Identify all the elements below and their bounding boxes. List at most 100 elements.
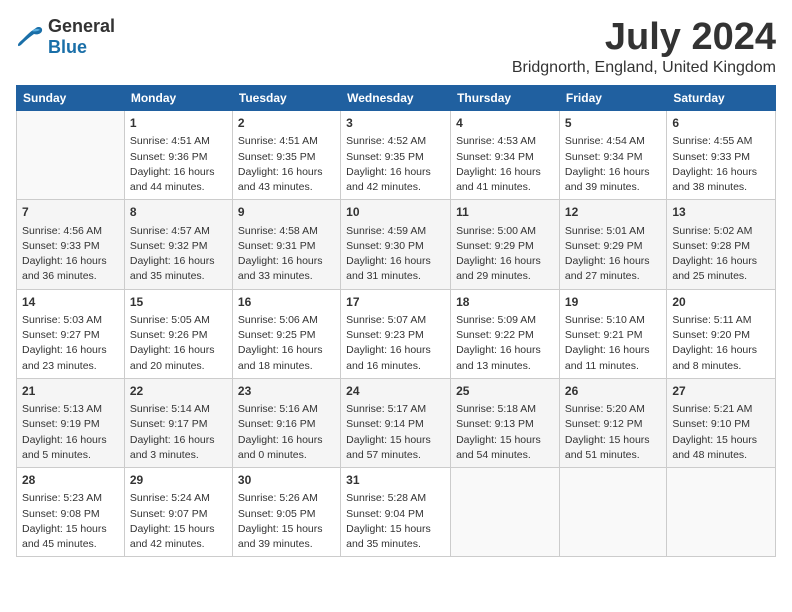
day-info-line: Sunrise: 5:11 AM bbox=[672, 313, 770, 328]
day-number: 31 bbox=[346, 472, 445, 489]
day-info-line: Daylight: 15 hours bbox=[672, 433, 770, 448]
day-number: 25 bbox=[456, 383, 554, 400]
day-info-line: Sunset: 9:21 PM bbox=[565, 328, 661, 343]
day-info-line: Daylight: 16 hours bbox=[565, 254, 661, 269]
col-saturday: Saturday bbox=[667, 86, 776, 111]
day-info-line: Sunset: 9:34 PM bbox=[565, 150, 661, 165]
day-info-line: Sunrise: 5:17 AM bbox=[346, 402, 445, 417]
day-info-line: Daylight: 15 hours bbox=[130, 522, 227, 537]
day-info-line: Sunrise: 5:05 AM bbox=[130, 313, 227, 328]
day-info-line: Daylight: 16 hours bbox=[130, 433, 227, 448]
day-number: 12 bbox=[565, 204, 661, 221]
table-row: 7Sunrise: 4:56 AMSunset: 9:33 PMDaylight… bbox=[17, 200, 125, 289]
day-info-line: Sunrise: 5:13 AM bbox=[22, 402, 119, 417]
day-info-line: Sunrise: 5:03 AM bbox=[22, 313, 119, 328]
day-info-line: Sunset: 9:33 PM bbox=[672, 150, 770, 165]
day-number: 26 bbox=[565, 383, 661, 400]
day-info-line: Daylight: 15 hours bbox=[238, 522, 335, 537]
day-info-line: Sunset: 9:35 PM bbox=[346, 150, 445, 165]
calendar-table: Sunday Monday Tuesday Wednesday Thursday… bbox=[16, 85, 776, 557]
col-thursday: Thursday bbox=[451, 86, 560, 111]
day-info-line: Sunset: 9:19 PM bbox=[22, 417, 119, 432]
day-info-line: Sunset: 9:29 PM bbox=[565, 239, 661, 254]
table-row: 8Sunrise: 4:57 AMSunset: 9:32 PMDaylight… bbox=[124, 200, 232, 289]
day-number: 4 bbox=[456, 115, 554, 132]
day-info-line: Sunset: 9:13 PM bbox=[456, 417, 554, 432]
day-info-line: Sunset: 9:35 PM bbox=[238, 150, 335, 165]
day-number: 6 bbox=[672, 115, 770, 132]
table-row: 24Sunrise: 5:17 AMSunset: 9:14 PMDayligh… bbox=[341, 378, 451, 467]
table-row: 22Sunrise: 5:14 AMSunset: 9:17 PMDayligh… bbox=[124, 378, 232, 467]
day-info-line: and 11 minutes. bbox=[565, 359, 661, 374]
day-info-line: and 44 minutes. bbox=[130, 180, 227, 195]
day-info-line: Sunset: 9:29 PM bbox=[456, 239, 554, 254]
day-info-line: Sunset: 9:12 PM bbox=[565, 417, 661, 432]
day-info-line: Daylight: 16 hours bbox=[238, 433, 335, 448]
day-number: 16 bbox=[238, 294, 335, 311]
day-info-line: Daylight: 16 hours bbox=[672, 165, 770, 180]
day-info-line: Daylight: 16 hours bbox=[346, 254, 445, 269]
table-row: 2Sunrise: 4:51 AMSunset: 9:35 PMDaylight… bbox=[232, 111, 340, 200]
header-row: Sunday Monday Tuesday Wednesday Thursday… bbox=[17, 86, 776, 111]
day-number: 28 bbox=[22, 472, 119, 489]
calendar-week-row: 21Sunrise: 5:13 AMSunset: 9:19 PMDayligh… bbox=[17, 378, 776, 467]
calendar-week-row: 1Sunrise: 4:51 AMSunset: 9:36 PMDaylight… bbox=[17, 111, 776, 200]
day-info-line: Sunrise: 5:07 AM bbox=[346, 313, 445, 328]
day-info-line: Sunrise: 4:56 AM bbox=[22, 224, 119, 239]
day-info-line: Sunset: 9:14 PM bbox=[346, 417, 445, 432]
day-info-line: Sunrise: 5:02 AM bbox=[672, 224, 770, 239]
day-info-line: Daylight: 16 hours bbox=[456, 343, 554, 358]
day-info-line: Daylight: 16 hours bbox=[346, 343, 445, 358]
day-info-line: Sunset: 9:07 PM bbox=[130, 507, 227, 522]
day-info-line: and 39 minutes. bbox=[565, 180, 661, 195]
day-number: 20 bbox=[672, 294, 770, 311]
table-row bbox=[667, 468, 776, 557]
day-number: 8 bbox=[130, 204, 227, 221]
day-info-line: Daylight: 16 hours bbox=[565, 165, 661, 180]
day-info-line: Sunset: 9:33 PM bbox=[22, 239, 119, 254]
day-info-line: Sunrise: 5:06 AM bbox=[238, 313, 335, 328]
day-info-line: Daylight: 16 hours bbox=[346, 165, 445, 180]
day-info-line: Daylight: 16 hours bbox=[22, 254, 119, 269]
day-info-line: Sunrise: 5:16 AM bbox=[238, 402, 335, 417]
day-info-line: Daylight: 16 hours bbox=[130, 254, 227, 269]
day-number: 23 bbox=[238, 383, 335, 400]
day-number: 13 bbox=[672, 204, 770, 221]
day-info-line: Daylight: 16 hours bbox=[456, 254, 554, 269]
table-row: 23 Sunrise: 5:16 AMSunset: 9:16 PMDayligh… bbox=[232, 378, 340, 467]
day-info-line: Daylight: 15 hours bbox=[22, 522, 119, 537]
day-number: 17 bbox=[346, 294, 445, 311]
table-row: 11Sunrise: 5:00 AMSunset: 9:29 PMDayligh… bbox=[451, 200, 560, 289]
day-info-line: Sunset: 9:34 PM bbox=[456, 150, 554, 165]
table-row: 27Sunrise: 5:21 AMSunset: 9:10 PMDayligh… bbox=[667, 378, 776, 467]
day-info-line: and 8 minutes. bbox=[672, 359, 770, 374]
day-info-line: Sunset: 9:10 PM bbox=[672, 417, 770, 432]
day-info-line: and 33 minutes. bbox=[238, 269, 335, 284]
day-info-line: Sunset: 9:30 PM bbox=[346, 239, 445, 254]
calendar-week-row: 28Sunrise: 5:23 AMSunset: 9:08 PMDayligh… bbox=[17, 468, 776, 557]
day-info-line: Sunset: 9:32 PM bbox=[130, 239, 227, 254]
day-number: 3 bbox=[346, 115, 445, 132]
table-row bbox=[451, 468, 560, 557]
location-subtitle: Bridgnorth, England, United Kingdom bbox=[512, 59, 776, 77]
day-info-line: Daylight: 16 hours bbox=[22, 433, 119, 448]
day-info-line: and 35 minutes. bbox=[346, 537, 445, 552]
day-info-line: Sunset: 9:04 PM bbox=[346, 507, 445, 522]
day-info-line: Sunset: 9:28 PM bbox=[672, 239, 770, 254]
day-info-line: Sunrise: 5:24 AM bbox=[130, 491, 227, 506]
day-info-line: Daylight: 16 hours bbox=[672, 343, 770, 358]
day-info-line: Sunset: 9:23 PM bbox=[346, 328, 445, 343]
day-info-line: and 38 minutes. bbox=[672, 180, 770, 195]
day-info-line: Sunset: 9:16 PM bbox=[238, 417, 335, 432]
day-info-line: and 35 minutes. bbox=[130, 269, 227, 284]
day-info-line: Daylight: 16 hours bbox=[672, 254, 770, 269]
day-info-line: Sunrise: 4:51 AM bbox=[238, 134, 335, 149]
day-info-line: and 25 minutes. bbox=[672, 269, 770, 284]
table-row bbox=[17, 111, 125, 200]
col-tuesday: Tuesday bbox=[232, 86, 340, 111]
day-info-line: Daylight: 16 hours bbox=[22, 343, 119, 358]
day-info-line: Daylight: 16 hours bbox=[565, 343, 661, 358]
day-info-line: Daylight: 16 hours bbox=[130, 165, 227, 180]
day-info-line: Daylight: 16 hours bbox=[130, 343, 227, 358]
day-number: 22 bbox=[130, 383, 227, 400]
